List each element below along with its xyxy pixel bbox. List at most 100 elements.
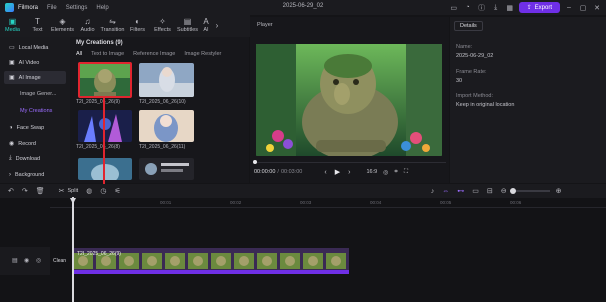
sidebar-item-record[interactable]: ◉ Record <box>4 137 66 150</box>
sidebar-item-face-swap[interactable]: ◑ Face Swap <box>4 121 66 134</box>
zoom-slider[interactable] <box>509 188 550 194</box>
timeline-toolbar: ↶ ↷ 🗑 ✂ Split ◍ ◷ ⚟ ♪ ⇔ ⊷ ▭ ⊟ ⊖ ⊕ <box>0 184 606 198</box>
sidebar-sub-image-generator[interactable]: Image Gener... <box>20 91 56 97</box>
zoom-slider-handle[interactable] <box>509 188 516 194</box>
split-icon[interactable]: ✂ <box>59 187 65 195</box>
maximize-icon[interactable]: ▢ <box>578 3 588 13</box>
media-thumbnail[interactable] <box>139 110 194 142</box>
media-panel-title: My Creations (9) <box>76 40 123 46</box>
titlebar-actions: ▭ ◔ ⓘ ⤓ ▦ ⇪ Export – ▢ ✕ <box>449 2 602 13</box>
snapshot-icon[interactable]: ◎ <box>383 169 388 176</box>
total-time: 00:03:00 <box>280 169 303 175</box>
aspect-ratio[interactable]: 16:9 <box>366 169 377 175</box>
tab-image-restyler[interactable]: Image Restyler <box>184 51 221 57</box>
media-thumbnail[interactable] <box>78 62 132 98</box>
tab-details[interactable]: Details <box>454 21 483 31</box>
fit-icon[interactable]: ⊟ <box>487 187 493 195</box>
media-thumbnail[interactable] <box>139 158 194 180</box>
thumbnail-label: T2I_2025_06_26(11) <box>139 144 186 150</box>
import-method-value: Keep in original location <box>456 102 515 108</box>
tool-media[interactable]: ▣ Media <box>0 15 25 37</box>
media-tabs: All Text to Image Reference Image Image … <box>76 51 221 57</box>
player-progress-track[interactable] <box>254 162 446 163</box>
sidebar-item-ai-video[interactable]: ▣ AI Video <box>4 56 66 69</box>
menu-help[interactable]: Help <box>96 5 108 11</box>
tab-all[interactable]: All <box>76 51 82 57</box>
split-label[interactable]: Split <box>68 188 79 194</box>
layout-icon[interactable]: ▭ <box>449 3 459 13</box>
chevron-right-icon: › <box>9 171 11 178</box>
tool-ai[interactable]: A AI <box>200 15 212 37</box>
download-icon[interactable]: ⤓ <box>491 3 501 13</box>
fullscreen-icon[interactable]: ⛶ <box>404 169 408 176</box>
close-icon[interactable]: ✕ <box>592 3 602 13</box>
video-preview[interactable] <box>256 44 442 156</box>
media-thumbnail[interactable] <box>78 158 132 180</box>
tool-elements[interactable]: ◈ Elements <box>50 15 75 37</box>
tool-effects[interactable]: ✧ Effects <box>150 15 175 37</box>
ai-icon: A <box>203 17 209 26</box>
tool-transition[interactable]: ⇋ Transition <box>100 15 125 37</box>
elements-icon: ◈ <box>59 17 66 26</box>
player-progress-handle[interactable] <box>253 160 257 164</box>
track-lock-icon[interactable]: ▤ <box>12 257 18 264</box>
timeline-ruler[interactable]: 00:01 00:02 00:03 00:04 00:05 00:06 <box>50 198 606 208</box>
tool-text[interactable]: T Text <box>25 15 50 37</box>
undo-icon[interactable]: ↶ <box>8 187 14 195</box>
grid-icon[interactable]: ▦ <box>505 3 515 13</box>
play-icon[interactable]: ▶ <box>335 168 340 176</box>
sidebar-item-background[interactable]: › Background <box>4 168 66 181</box>
marker-icon[interactable]: ▭ <box>472 187 479 195</box>
magnet-icon[interactable]: ⊷ <box>457 187 464 195</box>
adjust-icon[interactable]: ⚟ <box>114 187 120 195</box>
name-label: Name: <box>456 44 473 50</box>
frame-rate-label: Frame Rate: <box>456 69 487 75</box>
next-frame-icon[interactable]: › <box>348 169 350 176</box>
account-icon[interactable]: ◔ <box>463 3 473 13</box>
thumbnail-image <box>139 63 194 97</box>
tool-audio[interactable]: ♫ Audio <box>75 15 100 37</box>
player-controls: 00:00:00 / 00:03:00 ‹ ▶ › 16:9 ◎ ⌗ ⛶ <box>254 165 446 179</box>
minimize-icon[interactable]: – <box>564 3 574 13</box>
export-label: Export <box>534 4 552 11</box>
mask-icon[interactable]: ◍ <box>86 187 92 195</box>
tool-filters[interactable]: ◐ Filters <box>125 15 150 37</box>
delete-icon[interactable]: 🗑 <box>36 187 45 195</box>
speed-icon[interactable]: ◷ <box>100 187 106 195</box>
tab-text-to-image[interactable]: Text to Image <box>91 51 124 57</box>
redo-icon[interactable]: ↷ <box>22 187 28 195</box>
sidebar-sub-my-creations[interactable]: My Creations <box>20 108 52 114</box>
quality-icon[interactable]: ⌗ <box>394 169 397 176</box>
menu-file[interactable]: File <box>47 5 57 11</box>
ruler-tick: 00:05 <box>440 200 452 205</box>
export-button[interactable]: ⇪ Export <box>518 2 560 13</box>
prev-frame-icon[interactable]: ‹ <box>324 169 326 176</box>
zoom-in-icon[interactable]: ⊕ <box>556 187 562 195</box>
tab-reference-image[interactable]: Reference Image <box>133 51 175 57</box>
app-name: Filmora <box>18 4 39 11</box>
thumbnail-label: T2I_2025_06_26(8) <box>76 144 120 150</box>
link-icon[interactable]: ⇔ <box>442 188 449 195</box>
current-time: 00:00:00 <box>254 169 276 175</box>
import-method-label: Import Method: <box>456 93 493 99</box>
playhead[interactable] <box>72 197 74 302</box>
tool-subtitles[interactable]: ▤ Subtitles <box>175 15 200 37</box>
zoom-out-icon[interactable]: ⊖ <box>501 187 507 195</box>
player-header: Player <box>257 22 273 28</box>
ruler-tick: 00:06 <box>510 200 522 205</box>
media-thumbnail[interactable] <box>139 63 194 97</box>
media-thumbnail[interactable] <box>78 110 132 142</box>
subtitles-icon: ▤ <box>183 17 192 26</box>
menu-settings[interactable]: Settings <box>66 5 88 11</box>
toolbar-scroll-right[interactable]: › <box>212 15 222 37</box>
track-mute-icon[interactable]: ◉ <box>24 257 29 264</box>
sidebar-item-local-media[interactable]: ▭ Local Media <box>4 41 66 54</box>
thumbnail-image <box>139 110 194 142</box>
microphone-icon[interactable]: ♪ <box>431 188 435 195</box>
sidebar-item-download[interactable]: ⤓ Download <box>4 152 66 165</box>
track-visibility-icon[interactable]: ◎ <box>36 257 41 264</box>
info-icon[interactable]: ⓘ <box>477 3 487 13</box>
sidebar-item-ai-image[interactable]: ▣ AI Image <box>4 71 66 84</box>
ai-image-icon: ▣ <box>9 75 15 81</box>
audio-icon: ♫ <box>84 17 91 26</box>
